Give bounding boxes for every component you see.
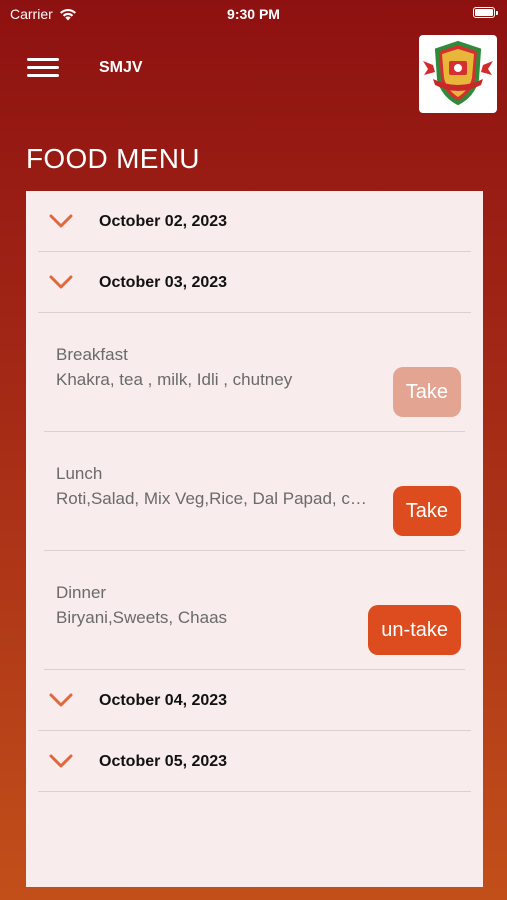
school-logo — [419, 35, 497, 113]
meal-items: Roti,Salad, Mix Veg,Rice, Dal Papad, c… — [56, 489, 367, 508]
clock: 9:30 PM — [227, 6, 280, 22]
untake-dinner-button[interactable]: un-take — [368, 605, 461, 655]
day-date: October 05, 2023 — [99, 753, 228, 770]
meal-name: Dinner — [56, 583, 107, 602]
day-row-oct-02[interactable]: October 02, 2023 — [38, 191, 471, 252]
page-title: FOOD MENU — [26, 143, 200, 174]
chevron-down-icon — [49, 693, 73, 707]
chevron-down-icon — [49, 754, 73, 768]
day-date: October 03, 2023 — [99, 274, 228, 291]
chevron-down-icon — [49, 275, 73, 289]
meal-row-dinner: Dinner Biryani,Sweets, Chaas un-take — [44, 551, 465, 670]
take-breakfast-button[interactable]: Take — [392, 367, 461, 417]
meal-items: Khakra, tea , milk, Idli , chutney — [56, 370, 293, 389]
day-row-oct-04[interactable]: October 04, 2023 — [38, 670, 471, 731]
meal-items: Biryani,Sweets, Chaas — [56, 608, 228, 627]
meal-name: Breakfast — [56, 345, 128, 364]
meal-row-lunch: Lunch Roti,Salad, Mix Veg,Rice, Dal Papa… — [44, 432, 465, 551]
day-date: October 02, 2023 — [99, 213, 228, 230]
meal-row-breakfast: Breakfast Khakra, tea , milk, Idli , chu… — [44, 313, 465, 432]
take-lunch-button[interactable]: Take — [392, 486, 461, 536]
chevron-down-icon — [49, 214, 73, 228]
status-bar: Carrier 9:30 PM — [0, 0, 507, 28]
day-date: October 04, 2023 — [99, 692, 228, 709]
meal-name: Lunch — [56, 464, 103, 483]
day-row-oct-05[interactable]: October 05, 2023 — [38, 731, 471, 792]
battery-icon — [473, 7, 498, 18]
day-row-oct-03[interactable]: October 03, 2023 — [38, 252, 471, 313]
food-menu-list: October 02, 2023 October 03, 2023 Breakf… — [26, 191, 483, 887]
app-title: SMJV — [99, 59, 143, 76]
menu-icon[interactable] — [27, 56, 59, 78]
